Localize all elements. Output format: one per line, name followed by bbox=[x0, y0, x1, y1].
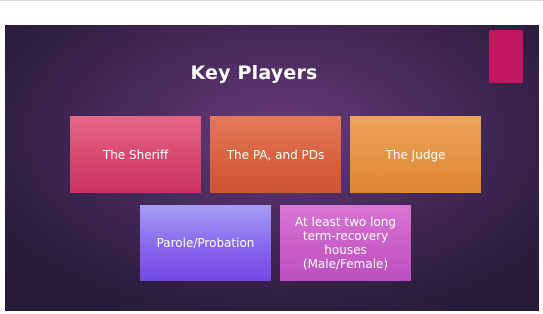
page: Key Players The Sheriff The PA, and PDs … bbox=[0, 0, 543, 314]
top-divider bbox=[0, 0, 543, 1]
box-the-sheriff: The Sheriff bbox=[70, 116, 201, 193]
box-parole-probation: Parole/Probation bbox=[140, 205, 271, 281]
box-label: Parole/Probation bbox=[156, 236, 255, 250]
box-recovery-houses: At least two long term-recovery houses (… bbox=[280, 205, 411, 281]
box-label: The PA, and PDs bbox=[226, 147, 325, 162]
slide: Key Players The Sheriff The PA, and PDs … bbox=[5, 25, 539, 311]
box-label: The Sheriff bbox=[102, 147, 169, 162]
box-the-pa-and-pds: The PA, and PDs bbox=[210, 116, 341, 193]
box-label: At least two long term-recovery houses (… bbox=[295, 215, 396, 271]
box-label: The Judge bbox=[385, 147, 446, 162]
box-the-judge: The Judge bbox=[350, 116, 481, 193]
slide-title: Key Players bbox=[190, 62, 318, 84]
